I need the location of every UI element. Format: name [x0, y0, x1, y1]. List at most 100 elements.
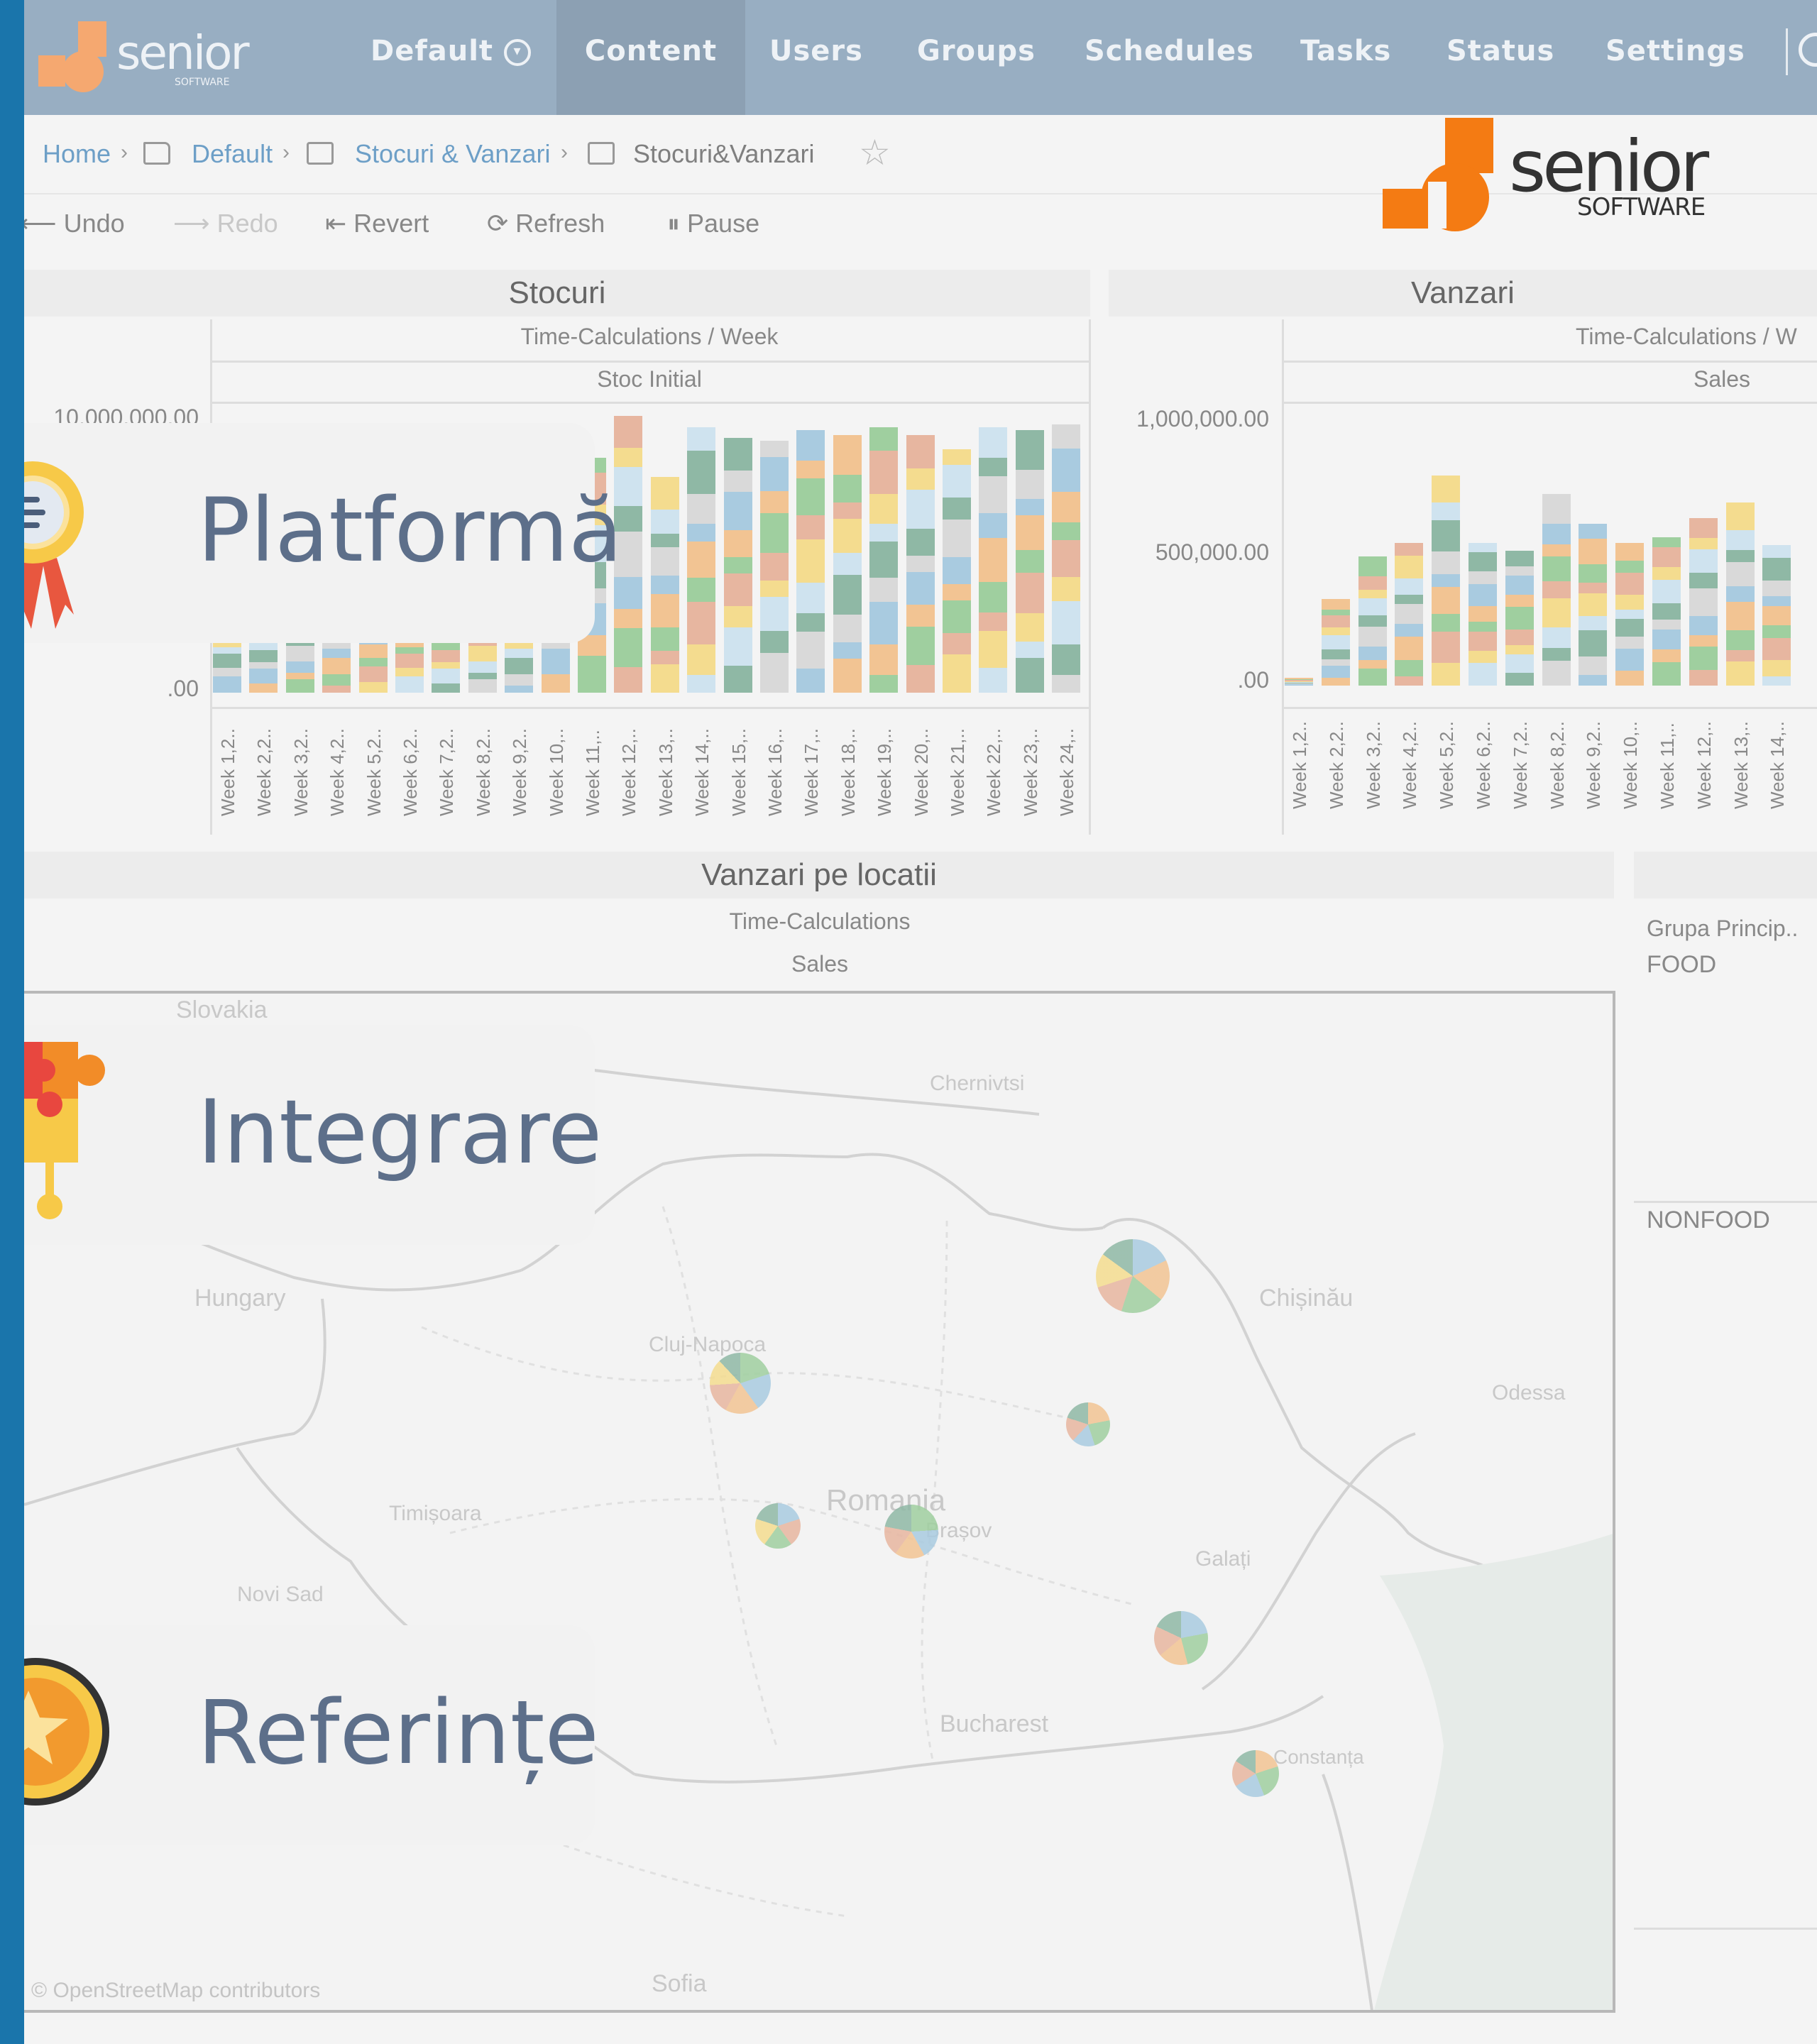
chart-bar[interactable] — [1615, 542, 1645, 686]
refresh-label: Refresh — [515, 209, 605, 238]
nav-users[interactable]: Users — [769, 0, 863, 115]
nav-settings[interactable]: Settings — [1605, 0, 1745, 115]
pause-button[interactable]: ⏸ Pause — [667, 209, 759, 239]
chart-bar[interactable] — [1652, 537, 1681, 686]
map-pie-iasi[interactable] — [1096, 1239, 1170, 1313]
undo-button[interactable]: ⟵ Undo — [20, 209, 125, 238]
vanzari-divider — [1282, 361, 1817, 363]
breadcrumb-home[interactable]: Home — [43, 139, 111, 169]
refresh-button[interactable]: ⟳ Refresh — [487, 209, 605, 238]
chart-bar[interactable] — [1469, 542, 1497, 686]
chart-bar[interactable] — [760, 441, 789, 693]
bar-segment — [249, 669, 278, 683]
breadcrumb-default[interactable]: Default — [192, 139, 273, 169]
bar-segment — [869, 602, 899, 645]
group-food: FOOD — [1647, 951, 1717, 978]
bar-segment — [869, 493, 899, 524]
redo-label: Redo — [216, 209, 278, 238]
bar-segment — [1469, 650, 1497, 664]
chart-bar[interactable] — [1505, 551, 1534, 686]
feature-card-referinte[interactable]: Referințe — [0, 1625, 599, 1845]
nav-schedules[interactable]: Schedules — [1085, 0, 1254, 115]
bar-segment — [1689, 537, 1718, 549]
chart-bar[interactable] — [1579, 524, 1608, 686]
favorite-star-icon[interactable]: ☆ — [859, 132, 891, 173]
redo-button[interactable]: ⟶ Redo — [173, 209, 278, 238]
bar-segment — [906, 556, 935, 572]
search-icon[interactable] — [1799, 33, 1817, 67]
map-pie-bacau[interactable] — [1066, 1402, 1110, 1446]
map-pie-cluj[interactable] — [710, 1353, 771, 1414]
bar-segment — [1395, 637, 1424, 660]
bar-segment — [1015, 641, 1044, 659]
bar-segment — [943, 600, 971, 633]
nav-content[interactable]: Content — [556, 0, 745, 115]
stocuri-divider — [210, 402, 1089, 404]
map-pie-galati[interactable] — [1154, 1611, 1208, 1665]
chart-bar[interactable] — [1358, 556, 1387, 686]
bar-segment — [650, 627, 679, 651]
bar-segment — [833, 614, 862, 643]
chart-bar[interactable] — [1542, 494, 1571, 686]
group-nonfood: NONFOOD — [1647, 1207, 1770, 1233]
bar-segment — [906, 665, 935, 693]
chart-bar[interactable] — [1395, 542, 1424, 686]
nav-logo[interactable]: senior SOFTWARE — [38, 20, 251, 98]
chart-bar[interactable] — [1285, 677, 1313, 686]
nav-groups[interactable]: Groups — [917, 0, 1036, 115]
map-pie-sibiu[interactable] — [755, 1503, 801, 1549]
bar-segment — [833, 474, 862, 503]
bar-segment — [943, 557, 971, 585]
map-label: Constanța — [1273, 1746, 1364, 1768]
chart-bar[interactable] — [943, 449, 971, 693]
bar-segment — [1052, 491, 1081, 522]
bar-segment — [1052, 576, 1081, 601]
bar-segment — [1689, 573, 1718, 588]
nav-content-label: Content — [584, 35, 718, 67]
map-pie-constanta[interactable] — [1232, 1750, 1279, 1797]
map-label: Chișinău — [1259, 1285, 1354, 1312]
stocuri-x-axis — [210, 707, 1089, 709]
bar-segment — [1432, 587, 1461, 615]
feature-card-integrare[interactable]: Integrare — [0, 1025, 602, 1245]
chart-bar[interactable] — [1725, 502, 1755, 686]
bar-segment — [1652, 629, 1681, 649]
chart-bar[interactable] — [650, 476, 679, 693]
chart-bar[interactable] — [1762, 545, 1791, 686]
revert-button[interactable]: ⇤ Revert — [325, 209, 429, 238]
bar-segment — [1321, 599, 1350, 610]
bar-segment — [1505, 644, 1534, 654]
group-divider — [1634, 1201, 1817, 1203]
nav-default[interactable]: Default ▾ — [370, 0, 531, 115]
nav-status[interactable]: Status — [1447, 0, 1554, 115]
feature-card-platforma[interactable]: Platformă — [0, 423, 622, 643]
chart-bar[interactable] — [979, 427, 1008, 693]
chart-bar[interactable] — [1689, 518, 1718, 686]
bar-segment — [541, 674, 570, 693]
nav-tasks[interactable]: Tasks — [1300, 0, 1391, 115]
bar-segment — [796, 478, 825, 516]
chart-bar[interactable] — [906, 435, 935, 693]
chart-bar[interactable] — [1321, 599, 1350, 686]
chart-bar[interactable] — [869, 427, 899, 693]
bar-segment — [505, 686, 534, 693]
logo-circle — [62, 51, 104, 92]
bar-segment — [1652, 580, 1681, 603]
map-pie-brasov[interactable] — [884, 1505, 938, 1559]
breadcrumb-folder[interactable]: Stocuri & Vanzari — [355, 139, 550, 169]
chart-bar[interactable] — [796, 429, 825, 693]
chart-bar[interactable] — [723, 438, 752, 693]
chart-bar[interactable] — [833, 435, 862, 693]
nav-divider — [1786, 28, 1788, 75]
bar-segment — [723, 530, 752, 558]
chart-bar[interactable] — [1015, 429, 1044, 693]
undo-label: Undo — [63, 209, 125, 238]
bar-segment — [1652, 546, 1681, 567]
x-tick-label: Week 7,2.. — [436, 728, 458, 816]
chart-bar[interactable] — [1432, 475, 1461, 686]
chart-bar[interactable] — [1052, 424, 1081, 693]
chart-bar[interactable] — [687, 427, 716, 693]
bar-segment — [979, 581, 1008, 613]
bar-segment — [906, 605, 935, 627]
stocuri-border — [1089, 319, 1091, 835]
